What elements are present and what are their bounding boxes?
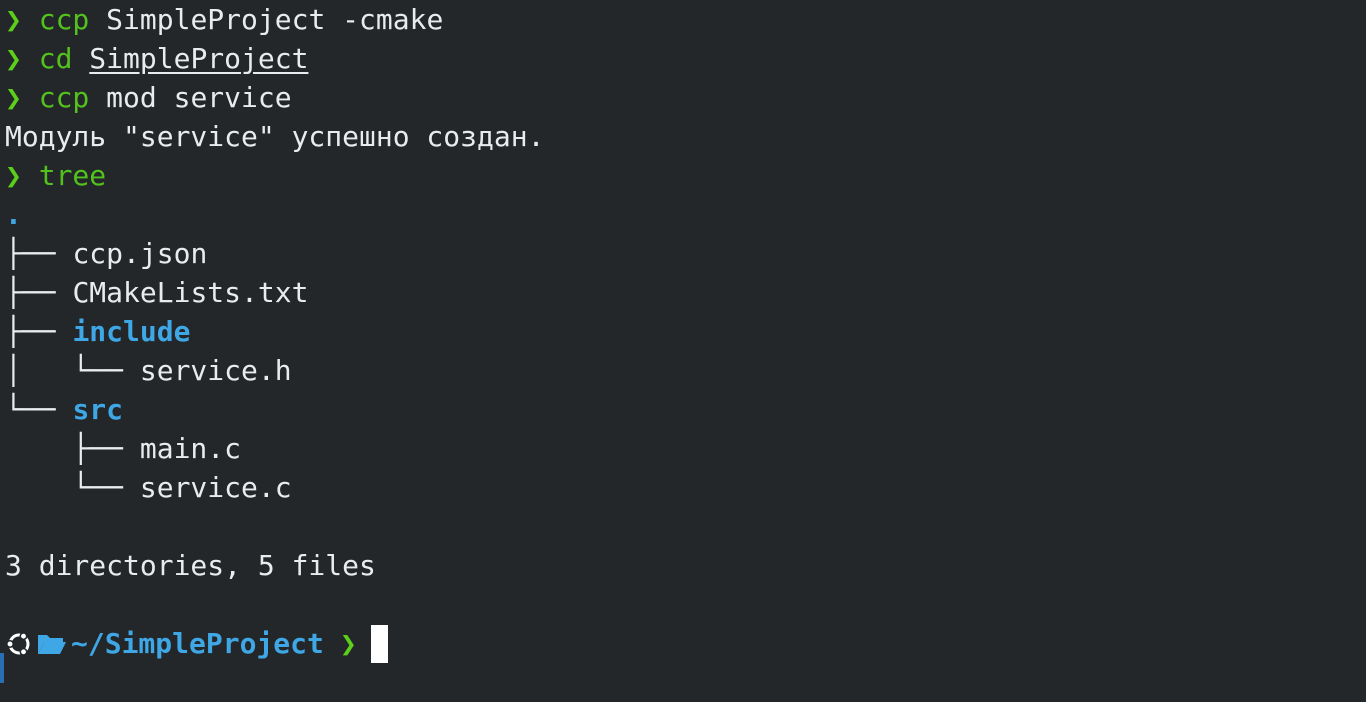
history-line-1: ❯ ccp SimpleProject -cmake: [5, 0, 1360, 39]
prompt-chevron: ❯: [5, 81, 22, 114]
folder-open-icon: [37, 631, 67, 657]
tree-entry: │ └── service.h: [5, 351, 1360, 390]
tree-root: .: [5, 198, 22, 231]
tree-branch: ├──: [5, 432, 140, 465]
history-line-2: ❯ cd SimpleProject: [5, 39, 1360, 78]
tree-branch: └──: [5, 393, 73, 426]
tree-file-name: main.c: [139, 432, 242, 465]
scroll-marker: [0, 653, 4, 683]
tree-branch: ├──: [5, 237, 73, 270]
tree-file-name: CMakeLists.txt: [72, 276, 309, 309]
history-line-4: ❯ tree: [5, 156, 1360, 195]
tree-file-name: service.h: [139, 354, 292, 387]
output-message: Модуль "service" успешно создан.: [5, 120, 545, 153]
tree-entry: └── src: [5, 390, 1360, 429]
current-path: ~/SimpleProject: [71, 627, 324, 660]
tree-entry: ├── include: [5, 312, 1360, 351]
command-name: ccp: [38, 81, 90, 114]
tree-entry: ├── ccp.json: [5, 234, 1360, 273]
terminal-output[interactable]: ❯ ccp SimpleProject -cmake ❯ cd SimplePr…: [5, 0, 1360, 663]
tree-dir-name: src: [72, 393, 124, 426]
command-name: tree: [38, 159, 107, 192]
command-name: ccp: [38, 3, 90, 36]
history-line-3: ❯ ccp mod service: [5, 78, 1360, 117]
tree-branch: ├──: [5, 315, 73, 348]
tree-branch: │ └──: [5, 354, 140, 387]
text-cursor[interactable]: [370, 624, 388, 663]
tree-file-name: ccp.json: [72, 237, 208, 270]
prompt-chevron: ❯: [5, 42, 22, 75]
tree-summary: 3 directories, 5 files: [5, 549, 376, 582]
tree-dir-name: include: [72, 315, 191, 348]
tree-branch: └──: [5, 471, 140, 504]
prompt-chevron: ❯: [5, 3, 22, 36]
command-args: mod service: [89, 81, 292, 114]
current-prompt[interactable]: ~/SimpleProject ❯: [5, 624, 1360, 663]
tree-file-name: service.c: [139, 471, 292, 504]
tree-entry: ├── main.c: [5, 429, 1360, 468]
command-args: SimpleProject -cmake: [89, 3, 444, 36]
tree-branch: ├──: [5, 276, 73, 309]
command-args-path[interactable]: SimpleProject: [89, 42, 308, 75]
command-name: cd: [38, 42, 73, 75]
prompt-chevron: ❯: [5, 159, 22, 192]
tree-entry: └── service.c: [5, 468, 1360, 507]
prompt-chevron: ❯: [339, 627, 357, 660]
tree-entry: ├── CMakeLists.txt: [5, 273, 1360, 312]
ubuntu-icon: [5, 630, 33, 658]
